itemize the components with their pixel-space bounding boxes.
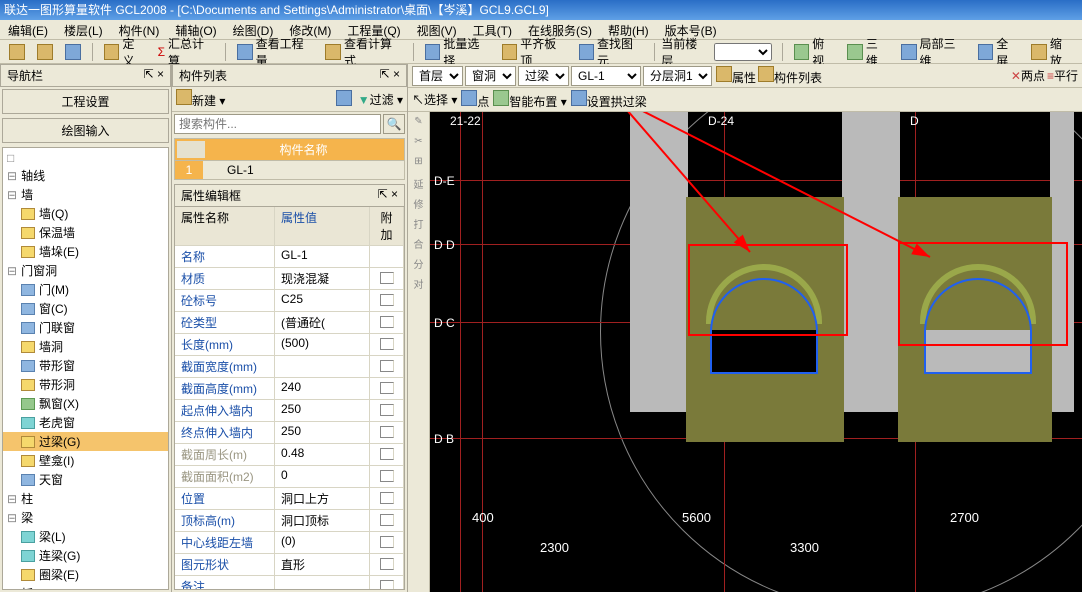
property-row[interactable]: 截面面积(m2)0 <box>175 466 404 488</box>
tree-node[interactable]: 老虎窗 <box>3 413 168 432</box>
undo-button[interactable] <box>60 42 86 62</box>
tree-node[interactable]: 墙洞 <box>3 337 168 356</box>
side-tool[interactable]: 对齐 <box>411 276 427 292</box>
arch-beam-button[interactable]: 设置拱过梁 <box>571 90 647 110</box>
side-tool[interactable]: 修剪 <box>411 196 427 212</box>
property-row[interactable]: 砼标号C25 <box>175 290 404 312</box>
complist-button[interactable]: 构件列表 <box>758 66 822 86</box>
category-combo[interactable]: 窗洞 <box>465 66 516 86</box>
property-row[interactable]: 位置洞口上方 <box>175 488 404 510</box>
side-tool[interactable]: ✎ <box>411 116 427 132</box>
tree-node[interactable]: 墙垛(E) <box>3 242 168 261</box>
tree-node[interactable]: 带形窗 <box>3 356 168 375</box>
property-row[interactable]: 起点伸入墙内250 <box>175 400 404 422</box>
complist-title: 构件列表⇱ × <box>172 64 407 87</box>
view-toolbar-2: ↖选择 ▾ 点 智能布置 ▾ 设置拱过梁 <box>408 88 1082 112</box>
tree-node[interactable]: 墙(Q) <box>3 204 168 223</box>
point-tool-button[interactable]: 点 <box>461 90 489 110</box>
property-row[interactable]: 名称GL-1 <box>175 246 404 268</box>
component-table: 构件名称 1 GL-1 <box>174 138 405 180</box>
property-row[interactable]: 截面高度(mm)240 <box>175 378 404 400</box>
property-row[interactable]: 图元形状直形 <box>175 554 404 576</box>
tree-node[interactable]: 保温墙 <box>3 223 168 242</box>
tree-node[interactable]: 门联窗 <box>3 318 168 337</box>
layer-combo[interactable]: 分层洞1 <box>643 66 712 86</box>
highlight-box <box>898 242 1068 346</box>
tree-node[interactable]: ⊟ 柱 <box>3 489 168 508</box>
tree-node[interactable]: ⊟ 门窗洞 <box>3 261 168 280</box>
floor-combo[interactable]: 首层 <box>412 66 463 86</box>
tree-node[interactable]: 壁龛(I) <box>3 451 168 470</box>
property-row[interactable]: 截面周长(m)0.48 <box>175 444 404 466</box>
tree-node[interactable]: 天窗 <box>3 470 168 489</box>
side-tool[interactable]: 延伸 <box>411 176 427 192</box>
view-toolbar-1: 首层 窗洞 过梁 GL-1 分层洞1 属性 构件列表 ✕两点 ≡平行 <box>408 64 1082 88</box>
tree-node[interactable]: 飘窗(X) <box>3 394 168 413</box>
property-row[interactable]: 备注 <box>175 576 404 589</box>
copy-button[interactable] <box>4 42 30 62</box>
tree-node[interactable]: 过梁(G) <box>3 432 168 451</box>
nav-panel-title: 导航栏⇱ × <box>0 64 171 87</box>
type-combo[interactable]: 过梁 <box>518 66 569 86</box>
property-row[interactable]: 砼类型(普通砼( <box>175 312 404 334</box>
select-tool-button[interactable]: ↖选择 ▾ <box>412 91 457 108</box>
side-tool[interactable]: ⊞ <box>411 156 427 172</box>
search-button[interactable]: 🔍 <box>383 114 405 134</box>
tree-node[interactable]: 门(M) <box>3 280 168 299</box>
main-toolbar: 定义 Σ汇总计算 查看工程量 查看计算式 批量选择 平齐板顶 查找图元 当前楼层… <box>0 40 1082 64</box>
close-icon[interactable]: ⇱ × <box>380 67 400 84</box>
app-titlebar: 联达一图形算量软件 GCL2008 - [C:\Documents and Se… <box>0 0 1082 20</box>
property-panel-title: 属性编辑框⇱ × <box>175 185 404 207</box>
filter-button[interactable]: ▼过滤 ▾ <box>358 91 403 108</box>
tree-node[interactable]: 窗(C) <box>3 299 168 318</box>
tree-node[interactable]: 梁(L) <box>3 527 168 546</box>
side-tool[interactable]: 分割 <box>411 256 427 272</box>
drawing-canvas[interactable]: 21-22 D-24 D D-E D D D C D B 400 2300 56… <box>430 112 1082 592</box>
draw-input-button[interactable]: 绘图输入 <box>2 118 169 143</box>
two-point-button[interactable]: ✕两点 <box>1011 67 1045 84</box>
tree-node[interactable]: ⊟ 板 <box>3 584 168 590</box>
side-tool[interactable]: ✂ <box>411 136 427 152</box>
search-input[interactable] <box>174 114 381 134</box>
property-row[interactable]: 中心线距左墙(0) <box>175 532 404 554</box>
tree-node[interactable]: 带形洞 <box>3 375 168 394</box>
menu-item[interactable]: 编辑(E) <box>0 20 56 39</box>
highlight-box <box>688 244 848 336</box>
side-tool[interactable]: 合并 <box>411 236 427 252</box>
property-row[interactable]: 材质现浇混凝 <box>175 268 404 290</box>
tree-node[interactable]: 连梁(G) <box>3 546 168 565</box>
nav-tree: □⊟ 轴线⊟ 墙 墙(Q) 保温墙 墙垛(E)⊟ 门窗洞 门(M) 窗(C) 门… <box>2 147 169 590</box>
component-combo[interactable]: GL-1 <box>571 66 641 86</box>
paste-button[interactable] <box>32 42 58 62</box>
property-row[interactable]: 顶标高(m)洞口顶标 <box>175 510 404 532</box>
sort-button[interactable] <box>336 90 352 109</box>
property-row[interactable]: 终点伸入墙内250 <box>175 422 404 444</box>
tree-node[interactable]: ⊟ 轴线 <box>3 166 168 185</box>
smart-layout-button[interactable]: 智能布置 ▾ <box>493 90 566 110</box>
project-settings-button[interactable]: 工程设置 <box>2 89 169 114</box>
tree-node[interactable]: ⊟ 梁 <box>3 508 168 527</box>
side-tool[interactable]: 打断 <box>411 216 427 232</box>
floor-select[interactable] <box>714 43 772 61</box>
parallel-button[interactable]: ≡平行 <box>1047 67 1078 84</box>
property-grid: 属性名称属性值附加名称GL-1材质现浇混凝砼标号C25砼类型(普通砼(长度(mm… <box>175 207 404 589</box>
tree-node[interactable]: 圈梁(E) <box>3 565 168 584</box>
attr-button[interactable]: 属性 <box>716 66 756 86</box>
pin-icon[interactable]: ⇱ × <box>144 67 164 84</box>
new-component-button[interactable]: 新建 ▾ <box>176 89 225 109</box>
table-row[interactable]: 1 GL-1 <box>175 160 404 179</box>
view-side-tools: ✎ ✂ ⊞ 延伸修剪打断合并分割对齐 <box>408 112 430 592</box>
close-icon[interactable]: ⇱ × <box>378 187 398 204</box>
property-row[interactable]: 截面宽度(mm) <box>175 356 404 378</box>
tree-node[interactable]: ⊟ 墙 <box>3 185 168 204</box>
property-row[interactable]: 长度(mm)(500) <box>175 334 404 356</box>
